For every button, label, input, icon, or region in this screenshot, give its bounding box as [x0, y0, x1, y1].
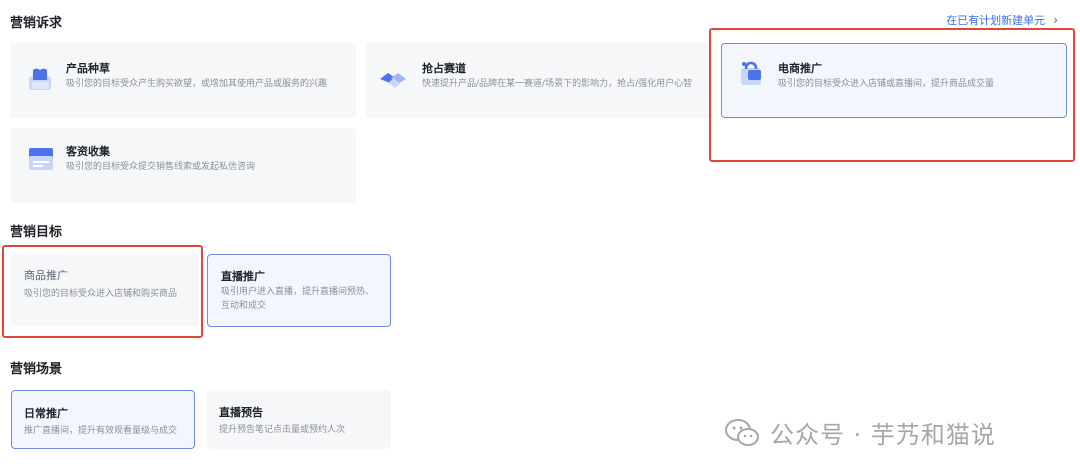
appeal-card-ecommerce[interactable]: 电商推广 吸引您的目标受众进入店铺或直播间，提升商品成交量: [721, 43, 1067, 118]
new-unit-link-label: 在已有计划新建单元: [946, 14, 1046, 27]
appeal-card-title: 客资收集: [66, 145, 110, 158]
appeal-card-title: 抢占赛道: [422, 62, 466, 75]
chevron-right-icon: ›: [1053, 13, 1058, 27]
appeal-card-desc: 吸引您的目标受众提交销售线索或发起私信咨询: [66, 162, 256, 172]
scene-card-title: 直播预告: [219, 406, 263, 419]
appeal-card-seize-track[interactable]: 抢占赛道 快速提升产品/品牌在某一赛道/场景下的影响力，抢占/强化用户心智: [366, 43, 712, 118]
goal-card-desc: 吸引用户进入直播，提升直播间预热、互动和成交: [221, 287, 375, 311]
new-unit-in-plan-link[interactable]: 在已有计划新建单元 ›: [946, 12, 1058, 28]
box-icon: [29, 68, 51, 90]
goal-card-product-promotion[interactable]: 商品推广 吸引您的目标受众进入店铺和购买商品: [11, 254, 199, 326]
scene-section-title: 营销场景: [10, 362, 63, 377]
appeal-card-title: 产品种草: [66, 62, 110, 75]
handshake-icon: [380, 73, 406, 88]
appeal-card-product-seeding[interactable]: 产品种草 吸引您的目标受众产生购买欲望，或增加其使用产品或服务的兴趣: [10, 43, 356, 118]
appeal-section-title: 营销诉求: [10, 16, 63, 31]
scene-card-live-preview[interactable]: 直播预告 提升预告笔记点击量或预约人次: [207, 390, 391, 449]
scene-card-desc: 提升预告笔记点击量或预约人次: [219, 425, 346, 435]
watermark-text: 公众号 · 芋艿和猫说: [770, 421, 996, 449]
watermark: 公众号 · 芋艿和猫说: [724, 415, 996, 450]
appeal-card-desc: 吸引您的目标受众产生购买欲望，或增加其使用产品或服务的兴趣: [66, 79, 328, 89]
appeal-card-lead-collection[interactable]: 客资收集 吸引您的目标受众提交销售线索或发起私信咨询: [10, 128, 356, 203]
shopping-bag-icon: [741, 61, 761, 85]
appeal-card-desc: 吸引您的目标受众进入店铺或直播间，提升商品成交量: [778, 79, 995, 89]
appeal-card-desc: 快速提升产品/品牌在某一赛道/场景下的影响力，抢占/强化用户心智: [422, 79, 693, 89]
goal-card-title: 商品推广: [24, 269, 68, 282]
goal-card-title: 直播推广: [221, 270, 265, 283]
goal-card-desc: 吸引您的目标受众进入店铺和购买商品: [24, 289, 178, 299]
scene-card-daily-promotion[interactable]: 日常推广 推广直播间，提升有效观看量级与成交: [11, 390, 195, 449]
wechat-icon: [725, 418, 759, 446]
scene-card-desc: 推广直播间，提升有效观看量级与成交: [24, 426, 178, 436]
form-icon: [29, 148, 53, 170]
appeal-card-title: 电商推广: [778, 62, 822, 75]
goal-section-title: 营销目标: [10, 225, 63, 240]
scene-card-title: 日常推广: [24, 407, 68, 420]
goal-card-live-promotion[interactable]: 直播推广 吸引用户进入直播，提升直播间预热、互动和成交: [207, 254, 391, 327]
